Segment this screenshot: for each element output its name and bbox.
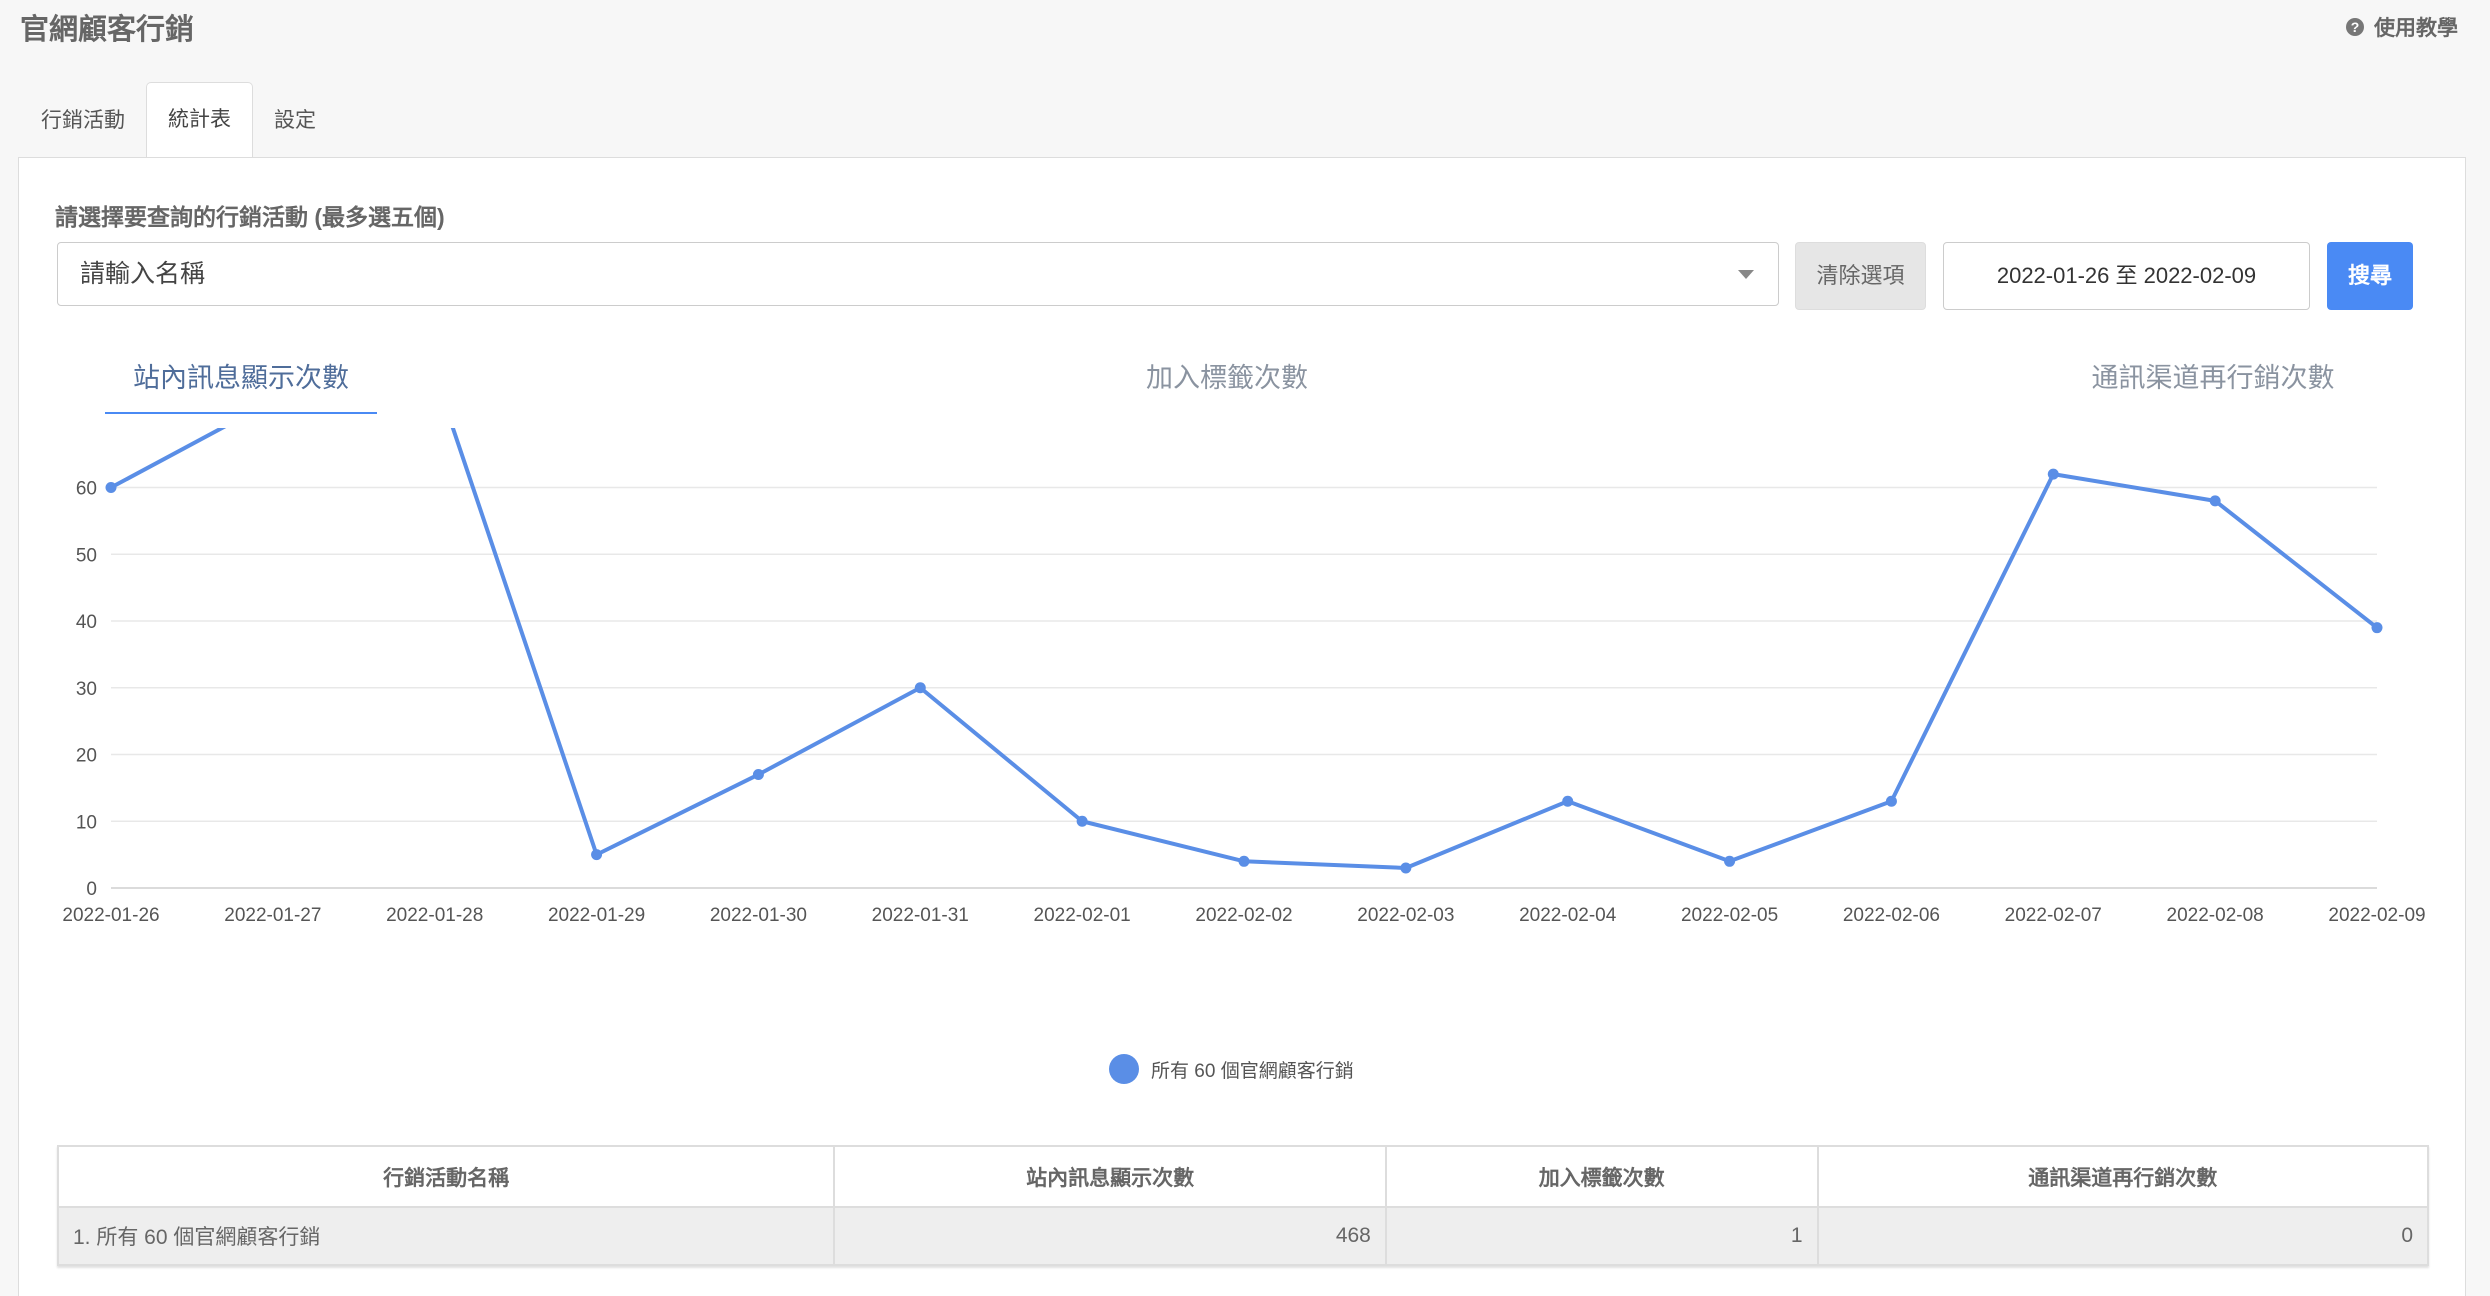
- x-tick-label: 2022-01-27: [224, 905, 321, 926]
- x-tick-label: 2022-02-06: [1843, 905, 1940, 926]
- legend-label: 所有 60 個官網顧客行銷: [1151, 1060, 1354, 1082]
- data-point: [1400, 862, 1412, 874]
- table-row: 1. 所有 60 個官網顧客行銷 468 1 0: [56, 1206, 2429, 1266]
- line-chart: 010203040506070802022-01-262022-01-27202…: [62, 428, 2426, 926]
- statistics-table: 行銷活動名稱 站內訊息顯示次數 加入標籤次數 通訊渠道再行銷次數 1. 所有 6…: [56, 1145, 2429, 1266]
- data-point: [1724, 855, 1736, 867]
- clear-selection-button[interactable]: 清除選項: [1795, 242, 1926, 310]
- x-tick-label: 2022-01-29: [548, 905, 645, 926]
- active-metric-underline: [105, 412, 377, 414]
- y-tick-label: 40: [76, 612, 97, 633]
- y-tick-label: 30: [76, 679, 97, 700]
- campaign-select-label: 請選擇要查詢的行銷活動 (最多選五個): [55, 204, 445, 230]
- main-tabs: 行銷活動 統計表 設定: [20, 82, 337, 158]
- data-point: [2209, 495, 2221, 507]
- statistics-panel: 請選擇要查詢的行銷活動 (最多選五個) 請輸入名稱 清除選項 2022-01-2…: [18, 157, 2466, 1296]
- y-tick-label: 70: [76, 428, 97, 433]
- data-point: [2371, 622, 2383, 634]
- x-tick-label: 2022-02-01: [1034, 905, 1131, 926]
- data-point: [1885, 795, 1897, 807]
- table-cell: 1. 所有 60 個官網顧客行銷: [56, 1206, 836, 1266]
- column-header: 行銷活動名稱: [56, 1145, 836, 1208]
- column-header: 通訊渠道再行銷次數: [1816, 1145, 2429, 1208]
- y-tick-label: 60: [76, 479, 97, 500]
- tab-statistics[interactable]: 統計表: [146, 82, 253, 158]
- x-tick-label: 2022-02-07: [2005, 905, 2102, 926]
- legend-swatch: [1109, 1054, 1139, 1084]
- campaign-select-placeholder: 請輸入名稱: [80, 260, 206, 288]
- campaign-select[interactable]: 請輸入名稱: [57, 242, 1779, 306]
- help-link[interactable]: ? 使用教學: [2346, 12, 2458, 42]
- x-tick-label: 2022-02-08: [2167, 905, 2264, 926]
- tab-campaigns[interactable]: 行銷活動: [20, 84, 146, 158]
- column-header: 加入標籤次數: [1384, 1145, 1819, 1208]
- table-cell: 0: [1816, 1206, 2429, 1266]
- data-point: [914, 682, 926, 694]
- chart-legend[interactable]: 所有 60 個官網顧客行銷: [1109, 1054, 1354, 1084]
- x-tick-label: 2022-01-31: [872, 905, 969, 926]
- x-tick-label: 2022-01-30: [710, 905, 807, 926]
- y-tick-label: 10: [76, 812, 97, 833]
- x-tick-label: 2022-02-02: [1195, 905, 1292, 926]
- metric-tab-channel-remarketing[interactable]: 通訊渠道再行銷次數: [2092, 356, 2335, 395]
- help-label: 使用教學: [2374, 17, 2458, 40]
- question-circle-icon: ?: [2346, 18, 2364, 36]
- data-point: [1562, 795, 1574, 807]
- date-range-input[interactable]: 2022-01-26 至 2022-02-09: [1943, 242, 2310, 310]
- y-tick-label: 20: [76, 746, 97, 767]
- metric-tab-message-views[interactable]: 站內訊息顯示次數: [133, 356, 349, 395]
- data-point: [591, 849, 603, 861]
- x-tick-label: 2022-02-04: [1519, 905, 1617, 926]
- metric-tab-tag-additions[interactable]: 加入標籤次數: [1146, 356, 1308, 395]
- page-title: 官網顧客行銷: [20, 14, 195, 46]
- table-header-row: 行銷活動名稱 站內訊息顯示次數 加入標籤次數 通訊渠道再行銷次數: [56, 1145, 2429, 1208]
- x-tick-label: 2022-01-26: [62, 905, 159, 926]
- x-tick-label: 2022-02-09: [2328, 905, 2425, 926]
- data-point: [752, 769, 764, 781]
- tab-settings[interactable]: 設定: [253, 84, 337, 158]
- y-tick-label: 50: [76, 545, 97, 566]
- y-tick-label: 0: [86, 879, 97, 900]
- data-point: [1238, 855, 1250, 867]
- column-header: 站內訊息顯示次數: [833, 1145, 1387, 1208]
- x-tick-label: 2022-01-28: [386, 905, 483, 926]
- x-tick-label: 2022-02-05: [1681, 905, 1778, 926]
- data-point: [2047, 468, 2059, 480]
- x-tick-label: 2022-02-03: [1357, 905, 1454, 926]
- chevron-down-icon: [1738, 270, 1754, 279]
- search-button[interactable]: 搜尋: [2327, 242, 2413, 310]
- series-line: [110, 428, 2379, 870]
- table-cell: 468: [833, 1206, 1387, 1266]
- data-point: [105, 482, 117, 493]
- data-point: [1076, 815, 1088, 827]
- table-cell: 1: [1384, 1206, 1819, 1266]
